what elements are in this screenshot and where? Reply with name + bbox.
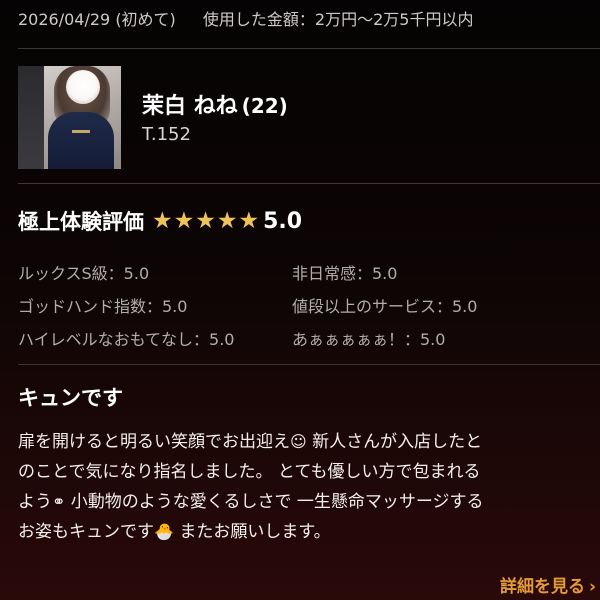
- review-line: お姿もキュンです🐣 またお願いします。: [18, 522, 331, 542]
- chevron-right-icon: ›: [588, 577, 596, 597]
- star-rating: ★ ★ ★ ★ ★: [152, 207, 260, 234]
- review-body: 扉を開けると明るい笑顔でお出迎え☺ 新人さんが入店したと のことで気になり指名し…: [18, 427, 593, 547]
- see-details-link[interactable]: 詳細を見る ›: [500, 572, 596, 597]
- review-line: 扉を開けると明るい笑顔でお出迎え☺ 新人さんが入店したと: [18, 432, 483, 452]
- therapist-height: T.152: [142, 124, 191, 145]
- rating-header: 極上体験評価 ★ ★ ★ ★ ★ 5.0: [18, 206, 302, 236]
- see-details-label: 詳細を見る: [499, 577, 585, 597]
- rating-score: 5.0: [263, 208, 303, 234]
- review-line: のことで気になり指名しました。 とても優しい方で包まれる: [18, 462, 481, 482]
- criteria-item: ハイレベルなおもてなし：5.0: [18, 329, 235, 349]
- divider: [18, 183, 600, 184]
- criteria-item: あぁぁぁぁぁ！：5.0: [292, 329, 446, 349]
- bubbles-emoji-icon: ⚭: [52, 492, 66, 511]
- rating-title: 極上体験評価: [18, 210, 144, 234]
- criteria-list: ルックスS級：5.0 非日常感：5.0 ゴッドハンド指数：5.0 値段以上のサー…: [18, 255, 588, 354]
- chick-emoji-icon: 🐣: [154, 522, 174, 541]
- criteria-row: ハイレベルなおもてなし：5.0 あぁぁぁぁぁ！：5.0: [18, 321, 588, 354]
- criteria-item: ゴッドハンド指数：5.0: [18, 296, 188, 316]
- spent-value: 2万円〜2万5千円以内: [314, 10, 474, 29]
- star-icon: ★: [152, 207, 173, 234]
- star-icon: ★: [173, 207, 195, 234]
- criteria-item: 値段以上のサービス：5.0: [292, 296, 478, 316]
- criteria-item: ルックスS級：5.0: [18, 263, 150, 283]
- review-title: キュンです: [18, 386, 123, 410]
- star-icon: ★: [238, 207, 260, 234]
- visit-info: 2026/04/29 (初めて) 使用した金額：2万円〜2万5千円以内: [18, 6, 473, 30]
- smile-emoji-icon: ☺: [290, 432, 307, 451]
- criteria-row: ゴッドハンド指数：5.0 値段以上のサービス：5.0: [18, 288, 588, 321]
- review-line: よう⚭ 小動物のような愛くるしさで 一生懸命マッサージする: [18, 492, 484, 512]
- visit-type: (初めて): [115, 10, 176, 29]
- divider: [18, 48, 600, 49]
- star-icon: ★: [216, 207, 238, 234]
- therapist-name-text: 茉白 ねね: [142, 94, 238, 119]
- therapist-age: (22): [241, 94, 288, 118]
- therapist-name[interactable]: 茉白 ねね (22): [142, 88, 288, 120]
- visit-date: 2026/04/29: [18, 10, 111, 29]
- criteria-row: ルックスS級：5.0 非日常感：5.0: [18, 255, 588, 288]
- spent-label: 使用した金額：: [202, 10, 315, 29]
- star-icon: ★: [195, 207, 216, 234]
- divider: [18, 364, 600, 365]
- criteria-item: 非日常感：5.0: [292, 263, 398, 283]
- therapist-photo[interactable]: [18, 66, 121, 169]
